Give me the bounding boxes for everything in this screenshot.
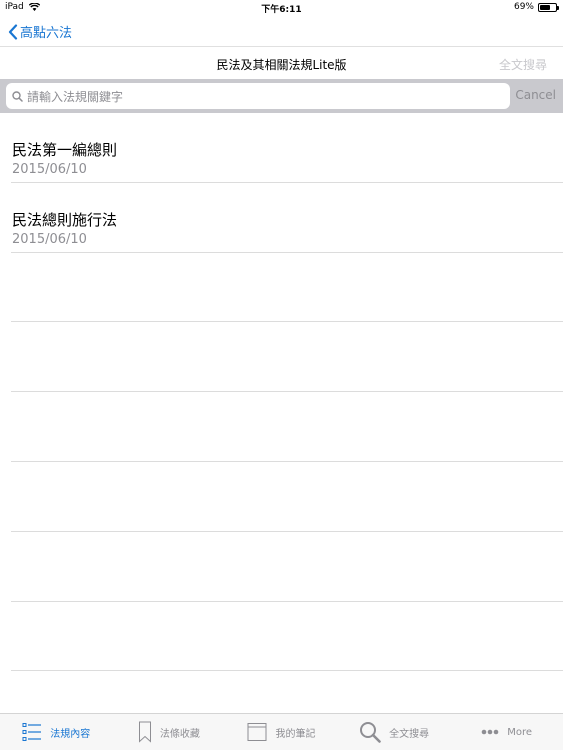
search-icon [12,90,23,102]
empty-row [11,392,563,462]
chevron-left-icon [8,23,18,40]
list-icon [22,723,42,741]
battery-fill [540,4,551,10]
tab-fulltext-search[interactable]: 全文搜尋 [338,714,451,750]
list-item[interactable]: 民法總則施行法 2015/06/10 [11,183,563,253]
back-button[interactable]: 高點六法 [8,22,72,41]
cancel-button[interactable]: Cancel [515,88,556,102]
tab-label: 全文搜尋 [389,728,430,740]
law-title: 民法第一編總則 [12,141,118,159]
empty-row [11,532,563,602]
status-bar: iPad 下午6:11 69% [0,0,563,16]
tab-law-content[interactable]: 法規內容 [0,714,113,750]
battery-percent: 69% [513,2,534,12]
tab-notes[interactable]: 我的筆記 [225,714,338,750]
empty-row [11,322,563,393]
tab-label: 法規內容 [50,728,91,740]
law-title: 民法總則施行法 [12,210,118,229]
law-date: 2015/06/10 [12,162,87,177]
law-list: 民法第一編總則 2015/06/10 民法總則施行法 2015/06/10 [0,113,563,672]
tab-label: More [507,726,533,738]
search-bar: 請輸入法規關鍵字 Cancel [0,79,563,113]
empty-row [11,462,563,532]
search-input[interactable]: 請輸入法規關鍵字 [6,83,510,109]
tab-bookmarks[interactable]: 法條收藏 [113,714,226,750]
tab-label: 法條收藏 [159,728,200,740]
back-row: 高點六法 [0,16,563,46]
fulltext-search-button[interactable]: 全文搜尋 [499,56,547,73]
tab-bar: 法規內容 法條收藏 我的筆記 全文搜尋 More [0,713,563,750]
status-time: 下午6:11 [261,5,302,15]
battery-icon [538,2,559,12]
law-date: 2015/06/10 [12,231,87,247]
search-placeholder: 請輸入法規關鍵字 [27,89,124,104]
search-icon [360,722,381,743]
tab-more[interactable]: More [450,714,563,750]
empty-row [11,253,563,323]
page-title: 民法及其相關法規Lite版 [216,58,347,72]
tab-label: 我的筆記 [275,728,316,740]
empty-row [11,602,563,672]
more-icon [481,729,499,735]
status-right: 69% [513,2,559,12]
bookmark-icon [138,721,151,743]
back-label: 高點六法 [20,26,73,41]
notebook-icon [247,723,267,741]
nav-bar: 民法及其相關法規Lite版 全文搜尋 [0,46,563,79]
list-item[interactable]: 民法第一編總則 2015/06/10 [11,113,563,183]
